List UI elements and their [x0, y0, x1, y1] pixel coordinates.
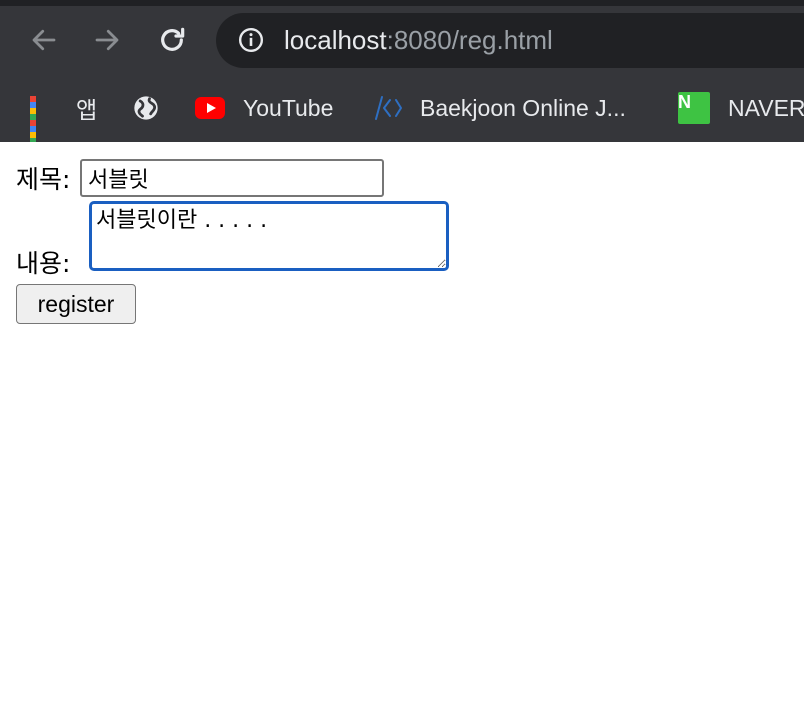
forward-button[interactable]	[89, 22, 125, 58]
bookmark-baekjoon[interactable]: Baekjoon Online J...	[370, 80, 626, 136]
bookmark-label: 앱	[76, 97, 98, 123]
info-icon[interactable]	[238, 27, 264, 53]
page-content: 제목: 내용: 서블릿이란 . . . . . register	[0, 142, 804, 704]
bookmark-apps[interactable]: 앱	[30, 80, 98, 150]
bookmarks-bar: 앱 YouTube Baekjoon Online J... N NAVER	[0, 80, 804, 150]
bookmark-label: Baekjoon Online J...	[420, 94, 626, 121]
content-textarea[interactable]: 서블릿이란 . . . . .	[89, 201, 449, 271]
arrow-right-icon	[95, 29, 119, 51]
bookmark-globe[interactable]	[132, 80, 178, 136]
reload-icon	[161, 27, 185, 51]
address-bar[interactable]: localhost:8080/reg.html	[216, 13, 804, 68]
code-brackets-icon	[375, 96, 402, 120]
bookmark-label: YouTube	[243, 94, 334, 121]
globe-icon	[134, 96, 158, 120]
title-label: 제목:	[16, 165, 71, 194]
browser-toolbar: localhost:8080/reg.html 앱 YouTube Baekjo…	[0, 0, 804, 150]
naver-icon: N	[678, 92, 710, 124]
title-input[interactable]	[80, 159, 384, 197]
content-label: 내용:	[16, 249, 71, 278]
register-button[interactable]: register	[16, 284, 136, 324]
back-button[interactable]	[26, 22, 62, 58]
tab-strip-edge	[0, 0, 804, 6]
youtube-icon	[195, 97, 225, 119]
reload-button[interactable]	[154, 22, 190, 58]
url-host: localhost	[284, 25, 387, 55]
apps-grid-icon	[30, 96, 54, 150]
bookmark-label: NAVER	[728, 94, 804, 121]
bookmark-naver[interactable]: N NAVER	[678, 80, 804, 136]
bookmark-youtube[interactable]: YouTube	[195, 80, 333, 136]
arrow-left-icon	[32, 29, 56, 51]
url-path: :8080/reg.html	[386, 25, 553, 55]
url-text[interactable]: localhost:8080/reg.html	[284, 23, 553, 57]
